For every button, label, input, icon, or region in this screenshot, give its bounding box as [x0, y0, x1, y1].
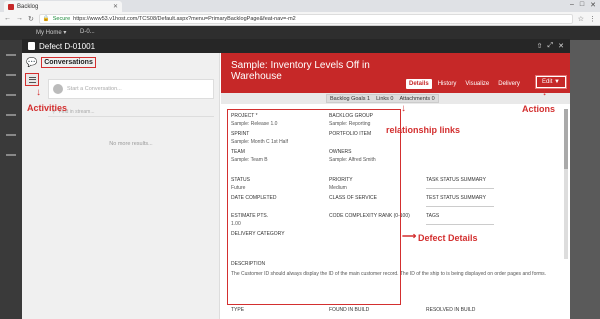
modal-header: Defect D-01001 ⇧ ⤢ ✕	[22, 39, 570, 53]
tab-details[interactable]: Details	[406, 79, 432, 89]
share-icon[interactable]: ⇧	[537, 42, 543, 50]
url-text: https://www53.v1host.com/TCS08/Default.a…	[73, 15, 296, 22]
favicon-icon	[8, 3, 14, 10]
menu-icon[interactable]: ⋮	[589, 15, 596, 23]
sidebar-icon[interactable]	[6, 74, 16, 76]
maximize-icon[interactable]: □	[580, 1, 584, 9]
window-controls: – □ ✕	[570, 1, 596, 9]
backlog-goals-link[interactable]: Backlog Goals 1	[330, 96, 370, 102]
expand-icon[interactable]: ⤢	[548, 42, 554, 50]
lock-icon: 🔒	[42, 15, 50, 22]
details-panel: Sample: Inventory Levels Off in Warehous…	[221, 53, 570, 319]
sidebar-icon[interactable]	[6, 114, 16, 116]
minimize-icon[interactable]: –	[570, 1, 574, 9]
app-header-id: D-0...	[80, 29, 95, 35]
conversations-panel: 💬 Conversations Start a Conversation... …	[22, 53, 220, 319]
browser-tab-bar: Backlog ✕ – □ ✕	[0, 0, 600, 12]
divider	[426, 224, 494, 225]
modal-title: Defect D-01001	[39, 41, 96, 51]
no-more-results: No more results...	[109, 141, 153, 147]
forward-icon[interactable]: →	[16, 15, 23, 22]
close-modal-icon[interactable]: ✕	[558, 42, 564, 50]
tab-title: Backlog	[17, 3, 39, 10]
relationship-bar: Backlog Goals 1 Links 0 Attachments 0	[221, 93, 570, 104]
defect-title[interactable]: Sample: Inventory Levels Off in Warehous…	[231, 60, 391, 82]
sidebar-icon[interactable]	[6, 54, 16, 56]
defect-header: Sample: Inventory Levels Off in Warehous…	[221, 53, 570, 93]
modal-tools: ⇧ ⤢ ✕	[537, 42, 564, 50]
address-bar: ← → ↻ 🔒 Secure https://www53.v1host.com/…	[0, 12, 600, 26]
sidebar-icon[interactable]	[6, 154, 16, 156]
tab-visualize[interactable]: Visualize	[462, 79, 492, 89]
defect-details-annotation: Defect Details	[418, 233, 478, 243]
actions-annotation: Actions	[522, 104, 556, 114]
app-right-column	[570, 40, 600, 319]
reload-icon[interactable]: ↻	[28, 15, 34, 23]
links-link[interactable]: Links 0	[376, 96, 393, 102]
chevron-down-icon: ▼	[554, 79, 560, 85]
edit-label: Edit	[542, 79, 553, 85]
activities-button[interactable]	[25, 73, 39, 86]
tab-delivery[interactable]: Delivery	[495, 79, 523, 89]
field-resolved-in-build[interactable]: Resolved in Build	[426, 307, 475, 313]
relationship-arrow-icon: ↓	[401, 103, 406, 114]
edit-button[interactable]: Edit ▼	[535, 75, 567, 89]
actions-arrow-icon: ↓	[542, 87, 547, 98]
field-task-status: Task Status Summary	[426, 177, 494, 189]
field-found-in-build[interactable]: Found in Build	[329, 307, 369, 313]
defect-details-highlight	[227, 109, 401, 305]
bookmark-star-icon[interactable]: ☆	[578, 15, 584, 23]
divider	[426, 206, 494, 207]
detail-tabs: Details History Visualize Delivery	[406, 79, 523, 89]
divider	[426, 188, 494, 189]
close-window-icon[interactable]: ✕	[590, 1, 596, 9]
defect-details-arrow-icon: ⟶	[402, 231, 417, 242]
conversations-header: 💬 Conversations	[22, 53, 220, 71]
document-icon	[28, 42, 35, 50]
start-conversation-placeholder: Start a Conversation...	[67, 86, 122, 92]
field-type[interactable]: Type	[231, 307, 244, 313]
browser-tab[interactable]: Backlog ✕	[4, 1, 122, 12]
conversations-title[interactable]: Conversations	[41, 56, 96, 68]
start-conversation-input[interactable]: Start a Conversation...	[48, 79, 214, 99]
url-field[interactable]: 🔒 Secure https://www53.v1host.com/TCS08/…	[38, 13, 573, 24]
conversation-icon: 💬	[26, 56, 38, 67]
defect-modal: Defect D-01001 ⇧ ⤢ ✕ 💬 Conversations Sta…	[22, 39, 570, 319]
activities-annotation: Activities	[27, 103, 68, 113]
tab-history[interactable]: History	[435, 79, 460, 89]
app-top-bar: My Home ▾ D-0...	[0, 26, 600, 40]
details-scrollbar[interactable]	[564, 109, 568, 259]
relationship-links: Backlog Goals 1 Links 0 Attachments 0	[326, 94, 439, 103]
attachments-link[interactable]: Attachments 0	[400, 96, 435, 102]
sidebar-icon[interactable]	[6, 134, 16, 136]
avatar	[53, 84, 63, 94]
back-icon[interactable]: ←	[4, 15, 11, 22]
close-tab-icon[interactable]: ✕	[113, 3, 118, 10]
app-sidebar	[0, 40, 22, 319]
field-test-status: Test Status Summary	[426, 195, 494, 207]
activities-arrow-icon: ↓	[36, 87, 41, 98]
sidebar-icon[interactable]	[6, 94, 16, 96]
app-home-dropdown[interactable]: My Home ▾	[36, 29, 66, 36]
find-in-stream-input[interactable]: ⚲ Find in stream...	[48, 107, 214, 117]
field-tags[interactable]: Tags	[426, 213, 494, 225]
relationship-links-annotation: relationship links	[386, 125, 461, 135]
secure-label: Secure	[52, 15, 71, 22]
